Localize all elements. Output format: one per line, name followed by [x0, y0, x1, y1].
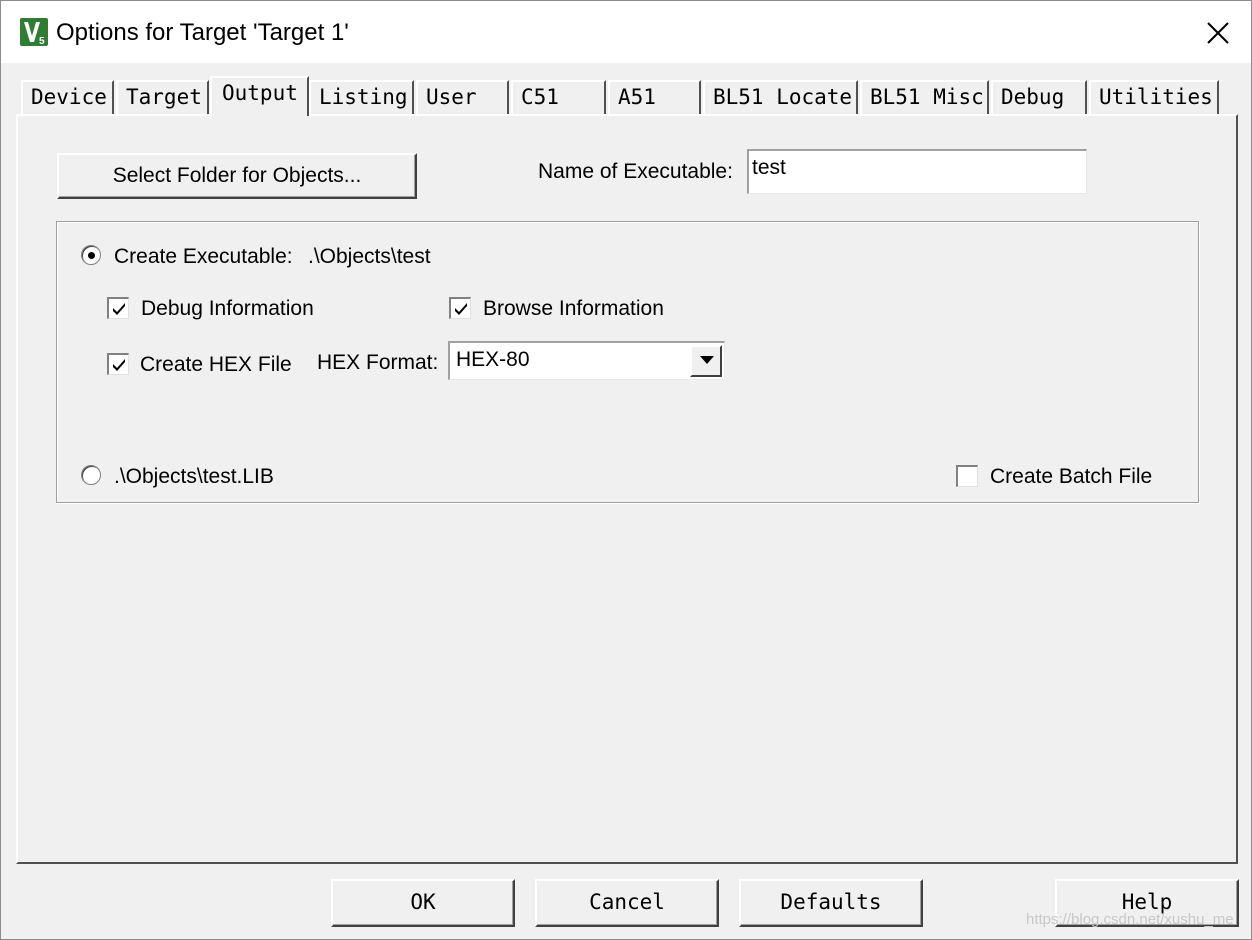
tab-output[interactable]: Output	[210, 76, 309, 116]
tab-debug[interactable]: Debug	[991, 80, 1087, 114]
tab-utilities[interactable]: Utilities	[1089, 80, 1219, 114]
create-hex-checkbox[interactable]	[107, 353, 129, 375]
create-executable-label: Create Executable:	[114, 245, 293, 268]
library-path-label: .\Objects\test.LIB	[114, 465, 274, 488]
tab-device[interactable]: Device	[21, 80, 114, 114]
ok-button[interactable]: OK	[331, 879, 515, 927]
tab-bl51-misc[interactable]: BL51 Misc	[860, 80, 989, 114]
tab-user[interactable]: User	[416, 80, 509, 114]
title-bar: 5 Options for Target 'Target 1'	[1, 1, 1251, 63]
check-icon	[455, 303, 467, 315]
debug-information-checkbox[interactable]	[107, 297, 129, 319]
create-executable-path: .\Objects\test	[308, 245, 431, 268]
window-title: Options for Target 'Target 1'	[56, 19, 349, 46]
options-dialog: 5 Options for Target 'Target 1' Device T…	[0, 0, 1252, 940]
tab-listing[interactable]: Listing	[309, 80, 414, 114]
watermark-text: https://blog.csdn.net/xushu_me	[1026, 911, 1234, 928]
name-of-executable-label: Name of Executable:	[538, 160, 733, 183]
check-icon	[113, 359, 125, 371]
radio-selected-dot	[88, 252, 95, 259]
browse-information-label: Browse Information	[483, 297, 664, 320]
tab-target[interactable]: Target	[116, 80, 209, 114]
hex-format-label: HEX Format:	[317, 351, 439, 374]
create-hex-label: Create HEX File	[140, 353, 292, 376]
name-of-executable-input[interactable]: test	[747, 149, 1087, 194]
library-radio[interactable]	[81, 465, 101, 485]
svg-text:5: 5	[39, 36, 45, 46]
create-batch-label: Create Batch File	[990, 465, 1153, 488]
keil-uvision-icon: 5	[20, 18, 48, 47]
debug-information-label: Debug Information	[141, 297, 314, 320]
browse-information-checkbox[interactable]	[449, 297, 471, 319]
create-executable-radio[interactable]	[81, 245, 101, 265]
hex-format-value: HEX-80	[456, 348, 530, 371]
chevron-down-icon[interactable]	[690, 345, 722, 377]
hex-format-select[interactable]: HEX-80	[448, 341, 725, 380]
tab-a51[interactable]: A51	[608, 80, 701, 114]
select-folder-button[interactable]: Select Folder for Objects...	[57, 153, 417, 199]
tab-bl51-locate[interactable]: BL51 Locate	[703, 80, 858, 114]
close-icon[interactable]	[1197, 13, 1237, 53]
defaults-button[interactable]: Defaults	[739, 879, 923, 927]
tab-c51[interactable]: C51	[511, 80, 606, 114]
create-batch-checkbox[interactable]	[956, 465, 978, 487]
check-icon	[113, 303, 125, 315]
cancel-button[interactable]: Cancel	[535, 879, 719, 927]
